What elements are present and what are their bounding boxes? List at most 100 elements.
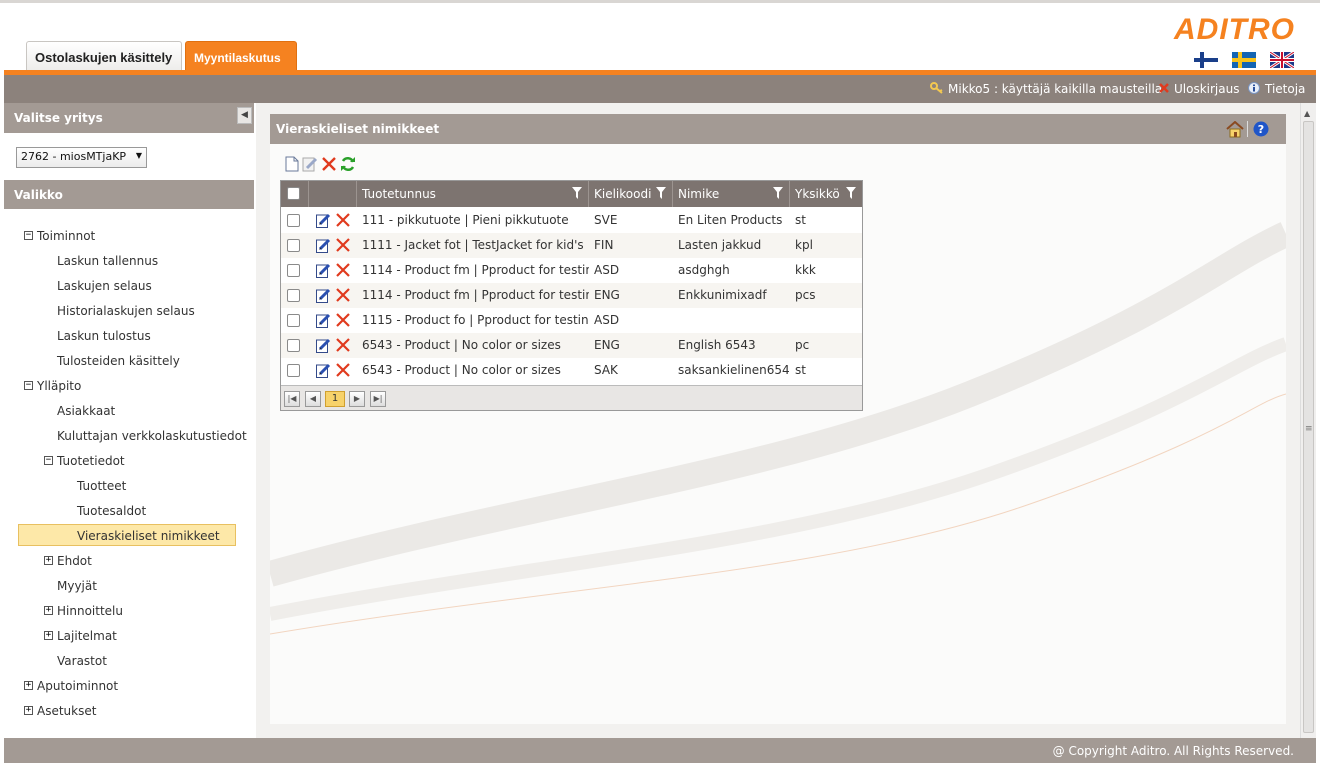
column-header-yksikko[interactable]: Yksikkö xyxy=(790,181,862,207)
table-row[interactable]: 1115 - Product fo | Pproduct for testing… xyxy=(281,308,862,333)
page-scrollbar[interactable]: ▲ ≡ xyxy=(1300,103,1316,738)
info-icon[interactable] xyxy=(1248,82,1260,97)
help-icon[interactable]: ? xyxy=(1253,121,1269,140)
row-edit-icon[interactable] xyxy=(316,238,331,253)
home-icon[interactable] xyxy=(1226,120,1244,141)
row-checkbox[interactable] xyxy=(287,314,300,327)
collapse-toiminnot-icon[interactable]: − xyxy=(24,231,33,240)
menu-tuotesaldot[interactable]: Tuotesaldot xyxy=(77,504,146,518)
expand-asetukset-icon[interactable]: + xyxy=(24,706,33,715)
refresh-icon[interactable] xyxy=(340,156,356,172)
svg-text:?: ? xyxy=(1258,123,1264,136)
edit-icon[interactable] xyxy=(302,156,318,172)
collapse-sidebar-button[interactable]: ◀ xyxy=(237,107,252,124)
cell-nimike: English 6543 xyxy=(678,338,756,352)
previous-page-icon[interactable]: ◀ xyxy=(305,391,321,407)
last-page-icon[interactable]: ▶| xyxy=(370,391,386,407)
menu-historialaskujen-selaus[interactable]: Historialaskujen selaus xyxy=(57,304,195,318)
filter-icon[interactable] xyxy=(656,187,666,199)
menu-tuotetiedot[interactable]: Tuotetiedot xyxy=(57,454,125,468)
row-checkbox[interactable] xyxy=(287,239,300,252)
row-edit-icon[interactable] xyxy=(316,338,331,353)
panel-title: Vieraskieliset nimikkeet xyxy=(270,114,1286,144)
company-select[interactable]: 2762 - miosMTjaKP ▼ xyxy=(16,147,147,168)
table-row[interactable]: 111 - pikkutuote | Pieni pikkutuote SVE En… xyxy=(281,208,862,233)
row-checkbox[interactable] xyxy=(287,214,300,227)
first-page-icon[interactable]: |◀ xyxy=(284,391,300,407)
menu-laskujen-selaus[interactable]: Laskujen selaus xyxy=(57,279,152,293)
table-row[interactable]: 6543 - Product | No color or sizes SAK sak… xyxy=(281,358,862,383)
menu-varastot[interactable]: Varastot xyxy=(57,654,107,668)
menu-ehdot[interactable]: Ehdot xyxy=(57,554,92,568)
row-checkbox[interactable] xyxy=(287,364,300,377)
menu-laskun-tulostus[interactable]: Laskun tulostus xyxy=(57,329,151,343)
menu-laskun-tallennus[interactable]: Laskun tallennus xyxy=(57,254,158,268)
row-delete-icon[interactable] xyxy=(335,362,351,378)
menu-asiakkaat[interactable]: Asiakkaat xyxy=(57,404,115,418)
select-all-checkbox[interactable] xyxy=(287,187,300,200)
tab-purchase-invoices[interactable]: Ostolaskujen käsittely xyxy=(26,41,182,73)
collapse-tuotetiedot-icon[interactable]: − xyxy=(44,456,53,465)
row-delete-icon[interactable] xyxy=(335,287,351,303)
grid-pager: |◀ ◀ 1 ▶ ▶| xyxy=(281,385,862,410)
row-checkbox[interactable] xyxy=(287,264,300,277)
menu-kuluttajan-verkkolaskutustiedot[interactable]: Kuluttajan verkkolaskutustiedot xyxy=(57,429,247,443)
row-delete-icon[interactable] xyxy=(335,337,351,353)
swedish-flag-icon[interactable] xyxy=(1232,52,1256,68)
menu-asetukset[interactable]: Asetukset xyxy=(37,704,96,718)
row-edit-icon[interactable] xyxy=(316,263,331,278)
row-edit-icon[interactable] xyxy=(316,288,331,303)
menu-toiminnot[interactable]: Toiminnot xyxy=(37,229,95,243)
menu-hinnoittelu[interactable]: Hinnoittelu xyxy=(57,604,123,618)
cell-nimike: saksankielinen6543 xyxy=(678,363,790,377)
menu-tulosteiden-kasittely[interactable]: Tulosteiden käsittely xyxy=(57,354,180,368)
filter-icon[interactable] xyxy=(773,187,783,199)
next-page-icon[interactable]: ▶ xyxy=(349,391,365,407)
table-row[interactable]: 1111 - Jacket fot | TestJacket for kid's… xyxy=(281,233,862,258)
menu-vieraskieliset-nimikkeet[interactable]: Vieraskieliset nimikkeet xyxy=(77,529,220,543)
delete-icon[interactable] xyxy=(321,156,337,172)
current-user-label: Mikko5 : käyttäjä kaikilla mausteilla xyxy=(948,82,1163,96)
row-delete-icon[interactable] xyxy=(335,237,351,253)
expand-hinnoittelu-icon[interactable]: + xyxy=(44,606,53,615)
cell-kielikoodi: ENG xyxy=(594,338,620,352)
row-edit-icon[interactable] xyxy=(316,213,331,228)
menu-myyjat[interactable]: Myyjät xyxy=(57,579,97,593)
table-row[interactable]: 6543 - Product | No color or sizes ENG Eng… xyxy=(281,333,862,358)
logout-icon[interactable] xyxy=(1158,82,1170,97)
row-delete-icon[interactable] xyxy=(335,262,351,278)
table-row[interactable]: 1114 - Product fm | Pproduct for testing… xyxy=(281,258,862,283)
cell-yksikko: st xyxy=(795,213,806,227)
filter-icon[interactable] xyxy=(846,187,856,199)
about-link[interactable]: Tietoja xyxy=(1265,82,1305,96)
row-edit-icon[interactable] xyxy=(316,363,331,378)
row-delete-icon[interactable] xyxy=(335,312,351,328)
row-checkbox[interactable] xyxy=(287,339,300,352)
logout-link[interactable]: Uloskirjaus xyxy=(1174,82,1239,96)
filter-icon[interactable] xyxy=(572,187,582,199)
current-page-button[interactable]: 1 xyxy=(325,391,345,407)
row-checkbox[interactable] xyxy=(287,289,300,302)
collapse-yllapito-icon[interactable]: − xyxy=(24,381,33,390)
new-document-icon[interactable] xyxy=(284,156,300,172)
table-row[interactable]: 1114 - Product fm | Pproduct for testing… xyxy=(281,283,862,308)
column-header-tuotetunnus[interactable]: Tuotetunnus xyxy=(357,181,589,207)
column-header-kielikoodi[interactable]: Kielikoodi xyxy=(589,181,673,207)
column-label: Nimike xyxy=(678,187,720,201)
column-header-nimike[interactable]: Nimike xyxy=(673,181,790,207)
row-delete-icon[interactable] xyxy=(335,212,351,228)
tab-sales-invoicing[interactable]: Myyntilaskutus xyxy=(185,41,297,73)
scroll-up-icon[interactable]: ▲ xyxy=(1304,109,1310,118)
menu-lajitelmat[interactable]: Lajitelmat xyxy=(57,629,117,643)
menu-aputoiminnot[interactable]: Aputoiminnot xyxy=(37,679,118,693)
row-edit-icon[interactable] xyxy=(316,313,331,328)
menu-tuotteet[interactable]: Tuotteet xyxy=(77,479,126,493)
expand-ehdot-icon[interactable]: + xyxy=(44,556,53,565)
cell-tuotetunnus: 1115 - Product fo | Pproduct for testing xyxy=(362,313,589,327)
toolbar-divider xyxy=(1247,121,1248,137)
menu-yllapito[interactable]: Ylläpito xyxy=(37,379,81,393)
expand-lajitelmat-icon[interactable]: + xyxy=(44,631,53,640)
expand-aputoiminnot-icon[interactable]: + xyxy=(24,681,33,690)
finnish-flag-icon[interactable] xyxy=(1194,52,1218,68)
english-flag-icon[interactable] xyxy=(1270,52,1294,68)
